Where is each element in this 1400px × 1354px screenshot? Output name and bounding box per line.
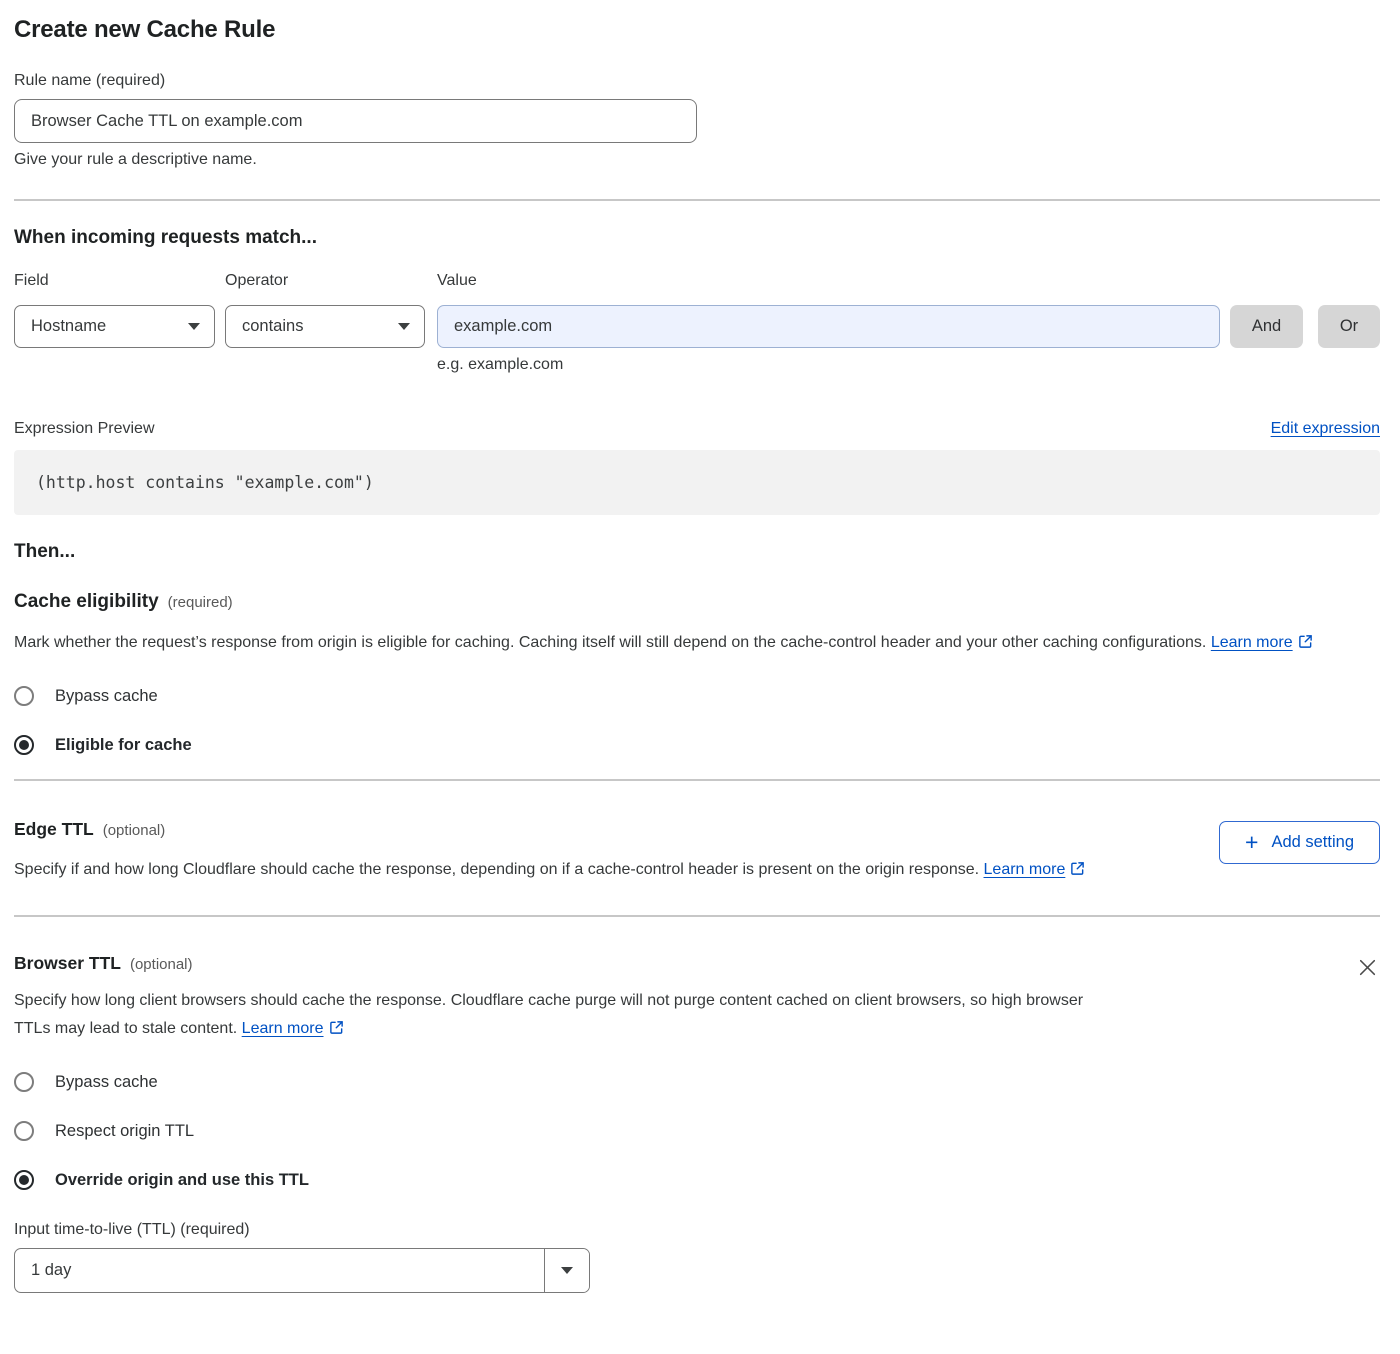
field-column-label: Field [14,272,225,290]
radio-option-eligible-for-cache[interactable]: Eligible for cache [14,735,192,755]
radio-icon [14,735,34,755]
chevron-down-icon [561,1267,573,1274]
chevron-down-icon [188,323,200,330]
expression-code: (http.host contains "example.com") [14,450,1380,515]
browser-ttl-description: Specify how long client browsers should … [14,987,1094,1043]
add-setting-button[interactable]: + Add setting [1219,821,1380,864]
then-heading: Then... [14,541,1380,563]
or-button[interactable]: Or [1318,305,1380,348]
radio-option-override-origin-ttl[interactable]: Override origin and use this TTL [14,1170,309,1190]
rule-name-help: Give your rule a descriptive name. [14,151,1380,169]
edge-ttl-section: Edge TTL (optional) Specify if and how l… [14,819,1380,884]
value-input[interactable] [437,305,1220,348]
divider [14,915,1380,917]
add-setting-label: Add setting [1271,833,1354,852]
browser-ttl-description-text: Specify how long client browsers should … [14,992,1083,1037]
page-title: Create new Cache Rule [14,16,1380,44]
edit-expression-link[interactable]: Edit expression [1271,420,1380,438]
expression-preview-label: Expression Preview [14,420,155,438]
ttl-select-arrow-button[interactable] [544,1249,589,1292]
external-link-icon [1298,634,1313,649]
browser-ttl-title: Browser TTL [14,953,121,974]
divider [14,779,1380,781]
chevron-down-icon [398,323,410,330]
browser-ttl-header: Browser TTL (optional) [14,953,1094,974]
create-cache-rule-form: Create new Cache Rule Rule name (require… [0,0,1400,1311]
operator-select-value: contains [242,317,303,336]
browser-ttl-requirement: (optional) [130,956,193,973]
edge-ttl-header: Edge TTL (optional) [14,819,1085,840]
external-link-icon [1070,861,1085,876]
radio-option-label: Bypass cache [55,1073,158,1092]
radio-icon [14,1072,34,1092]
cache-eligibility-requirement: (required) [168,594,233,611]
match-condition-row: Hostname contains And Or [14,305,1380,348]
radio-option-bypass-cache[interactable]: Bypass cache [14,686,158,706]
field-select-value: Hostname [31,317,106,336]
browser-ttl-section: Browser TTL (optional) Specify how long … [14,953,1380,1043]
operator-select[interactable]: contains [225,305,425,348]
value-column-label: Value [437,272,477,290]
plus-icon: + [1245,831,1258,854]
edge-ttl-description: Specify if and how long Cloudflare shoul… [14,856,1085,884]
edge-ttl-description-text: Specify if and how long Cloudflare shoul… [14,861,979,878]
radio-icon [14,1170,34,1190]
close-icon [1357,957,1378,978]
value-hint: e.g. example.com [437,356,1380,374]
external-link-icon [329,1020,344,1035]
ttl-select[interactable]: 1 day [14,1248,590,1293]
ttl-input-label: Input time-to-live (TTL) (required) [14,1221,1380,1239]
cache-eligibility-title: Cache eligibility [14,591,159,613]
divider [14,199,1380,201]
edge-ttl-requirement: (optional) [103,822,166,839]
radio-option-label: Override origin and use this TTL [55,1171,309,1190]
radio-option-label: Respect origin TTL [55,1122,194,1141]
cache-eligibility-description: Mark whether the request’s response from… [14,629,1359,657]
radio-icon [14,1121,34,1141]
remove-browser-ttl-button[interactable] [1355,955,1380,983]
radio-icon [14,686,34,706]
match-column-labels: Field Operator Value [14,272,1380,290]
rule-name-input[interactable] [14,99,697,143]
rule-name-label: Rule name (required) [14,72,1380,90]
and-button[interactable]: And [1230,305,1303,348]
browser-ttl-learn-more-link[interactable]: Learn more [242,1020,324,1037]
radio-option-browser-bypass-cache[interactable]: Bypass cache [14,1072,158,1092]
expression-preview-header: Expression Preview Edit expression [14,420,1380,438]
cache-eligibility-header: Cache eligibility (required) [14,591,1380,613]
operator-column-label: Operator [225,272,437,290]
radio-option-label: Bypass cache [55,687,158,706]
edge-ttl-learn-more-link[interactable]: Learn more [984,861,1066,878]
cache-eligibility-learn-more-link[interactable]: Learn more [1211,634,1293,651]
field-select[interactable]: Hostname [14,305,215,348]
edge-ttl-title: Edge TTL [14,819,94,840]
cache-eligibility-description-text: Mark whether the request’s response from… [14,634,1206,651]
match-section-heading: When incoming requests match... [14,227,1380,249]
radio-option-respect-origin-ttl[interactable]: Respect origin TTL [14,1121,194,1141]
ttl-select-value: 1 day [15,1249,544,1292]
radio-option-label: Eligible for cache [55,736,192,755]
